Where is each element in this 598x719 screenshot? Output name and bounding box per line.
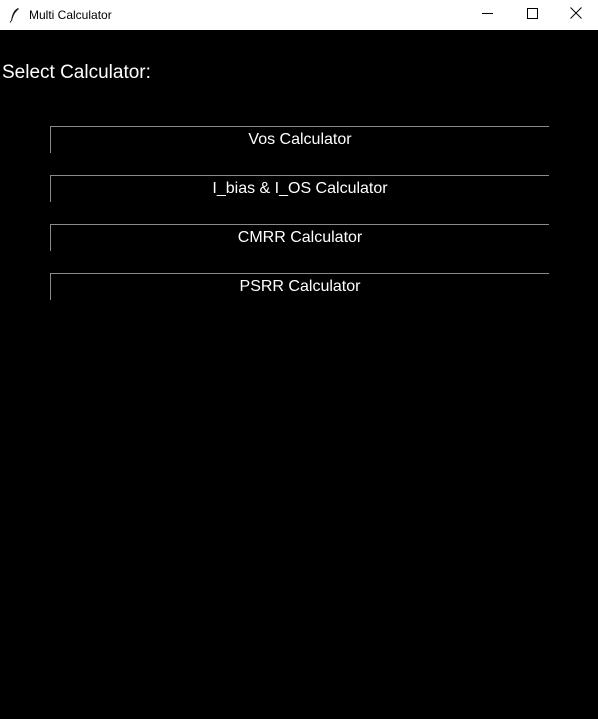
window-title: Multi Calculator bbox=[29, 8, 112, 22]
ibias-ios-calculator-button[interactable]: I_bias & I_OS Calculator bbox=[50, 175, 549, 202]
feather-icon bbox=[8, 7, 22, 23]
maximize-icon bbox=[526, 6, 538, 24]
maximize-button[interactable] bbox=[509, 0, 555, 30]
app-window: Multi Calculator Select Calculator: Vos … bbox=[0, 0, 598, 719]
title-bar[interactable]: Multi Calculator bbox=[0, 0, 598, 30]
cmrr-calculator-button[interactable]: CMRR Calculator bbox=[50, 224, 549, 251]
button-label: Vos Calculator bbox=[248, 131, 352, 148]
close-button[interactable] bbox=[553, 0, 598, 30]
button-label: I_bias & I_OS Calculator bbox=[212, 180, 388, 197]
main-content: Select Calculator: Vos Calculator I_bias… bbox=[0, 30, 598, 719]
minimize-button[interactable] bbox=[464, 0, 510, 30]
close-icon bbox=[570, 6, 582, 24]
page-title: Select Calculator: bbox=[2, 62, 151, 83]
button-label: CMRR Calculator bbox=[237, 229, 363, 246]
button-label: PSRR Calculator bbox=[239, 278, 361, 295]
minimize-icon bbox=[481, 6, 493, 24]
psrr-calculator-button[interactable]: PSRR Calculator bbox=[50, 273, 549, 300]
vos-calculator-button[interactable]: Vos Calculator bbox=[50, 126, 549, 153]
